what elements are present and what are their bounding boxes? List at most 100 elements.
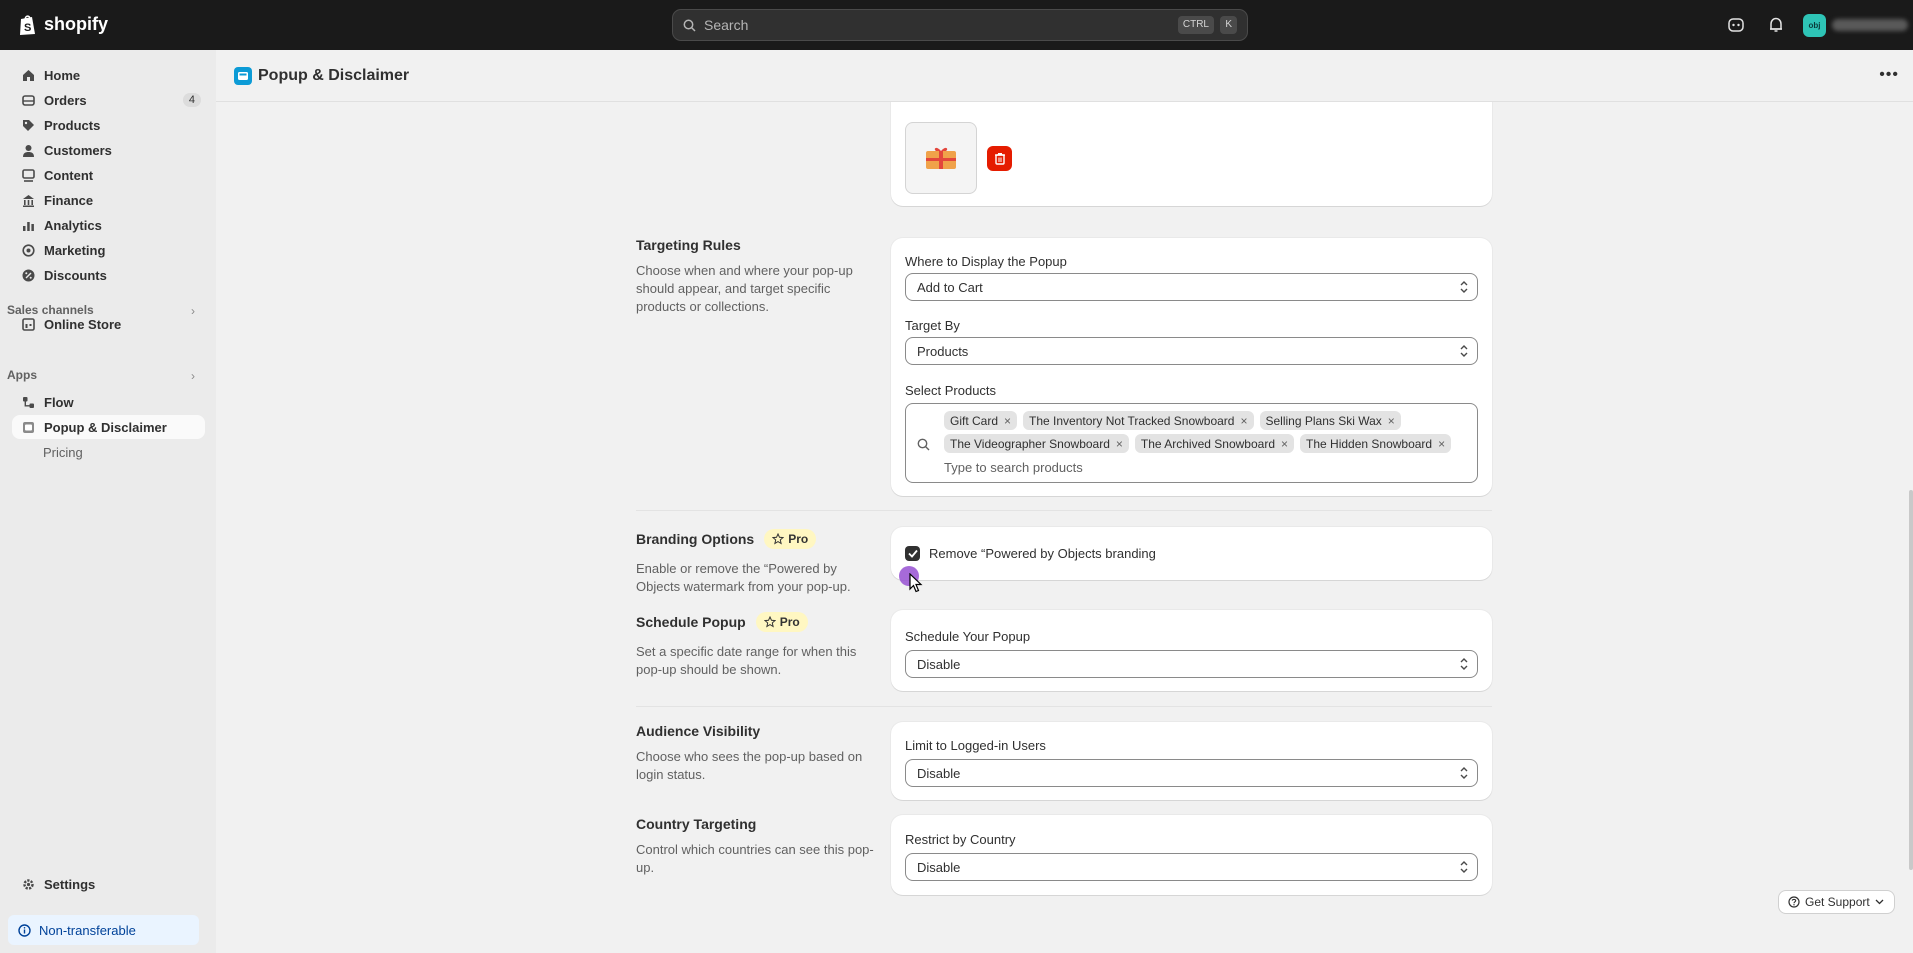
- remove-branding-checkbox[interactable]: [905, 546, 920, 561]
- section-divider: [636, 706, 1492, 707]
- non-transferable-banner[interactable]: Non-transferable: [8, 915, 199, 945]
- store-avatar[interactable]: obj: [1803, 14, 1826, 37]
- select-value: Add to Cart: [917, 279, 983, 295]
- shopify-logo[interactable]: S shopify: [18, 13, 108, 36]
- tag-icon: [21, 118, 35, 132]
- target-by-select[interactable]: Products: [905, 337, 1478, 365]
- global-search[interactable]: Search CTRL K: [672, 9, 1248, 41]
- flow-icon: [21, 395, 35, 409]
- shopify-bag-icon: S: [20, 15, 35, 35]
- pro-badge: Pro: [764, 529, 817, 549]
- section-title-text: Schedule Popup: [636, 614, 746, 630]
- bell-icon[interactable]: [1766, 15, 1786, 35]
- logged-in-users-select[interactable]: Disable: [905, 759, 1478, 787]
- chevron-down-icon: [1875, 899, 1884, 905]
- sidebar-item-label: Marketing: [44, 242, 106, 258]
- sidebar-item-pricing[interactable]: Pricing: [43, 445, 83, 460]
- remove-tag-icon[interactable]: ×: [1004, 414, 1011, 428]
- search-icon: [683, 19, 696, 32]
- remove-tag-icon[interactable]: ×: [1438, 437, 1445, 451]
- remove-branding-label[interactable]: Remove “Powered by Objects branding: [929, 546, 1156, 561]
- product-tags-row: The Videographer Snowboard × The Archived …: [944, 434, 1452, 453]
- targeting-rules-title: Targeting Rules: [636, 237, 741, 253]
- sidebar-item-label: Analytics: [44, 217, 102, 233]
- more-actions-icon[interactable]: •••: [1879, 66, 1899, 84]
- sidebar-item-customers[interactable]: Customers: [12, 138, 205, 162]
- sidebar-item-settings[interactable]: Settings: [12, 872, 205, 896]
- orders-icon: [21, 93, 35, 107]
- apps-heading[interactable]: Apps: [7, 368, 37, 382]
- sidebar-item-label: Finance: [44, 192, 94, 208]
- scrollbar[interactable]: [1909, 490, 1913, 870]
- targeting-rules-card: Where to Display the Popup Add to Cart T…: [891, 238, 1492, 496]
- sidebar-item-label: Discounts: [44, 267, 107, 283]
- sidekick-icon[interactable]: [1726, 15, 1746, 35]
- restrict-country-label: Restrict by Country: [905, 832, 1016, 847]
- get-support-button[interactable]: Get Support: [1778, 890, 1895, 914]
- schedule-select[interactable]: Disable: [905, 650, 1478, 678]
- sidebar-item-label: Home: [44, 67, 81, 83]
- restrict-country-select[interactable]: Disable: [905, 853, 1478, 881]
- audience-visibility-card: Limit to Logged-in Users Disable: [891, 722, 1492, 800]
- select-arrows-icon: [1460, 345, 1468, 357]
- select-arrows-icon: [1460, 861, 1468, 873]
- remove-tag-icon[interactable]: ×: [1116, 437, 1123, 451]
- sidebar-item-finance[interactable]: Finance: [12, 188, 205, 212]
- section-title-text: Targeting Rules: [636, 237, 741, 253]
- home-icon: [21, 68, 35, 82]
- section-title-text: Branding Options: [636, 531, 755, 547]
- top-bar: S shopify Search CTRL K obj: [0, 0, 1913, 50]
- schedule-popup-title: Schedule Popup Pro: [636, 612, 808, 632]
- target-icon: [21, 243, 35, 257]
- remove-tag-icon[interactable]: ×: [1281, 437, 1288, 451]
- product-tag: Gift Card ×: [944, 411, 1018, 430]
- sidebar-item-flow[interactable]: Flow: [12, 390, 205, 414]
- sidebar-item-analytics[interactable]: Analytics: [12, 213, 205, 237]
- remove-tag-icon[interactable]: ×: [1240, 414, 1247, 428]
- where-display-select[interactable]: Add to Cart: [905, 273, 1478, 301]
- where-display-label: Where to Display the Popup: [905, 254, 1067, 269]
- sidebar-item-content[interactable]: Content: [12, 163, 205, 187]
- product-tag-label: The Videographer Snowboard: [950, 436, 1110, 451]
- search-icon: [917, 438, 930, 451]
- remove-tag-icon[interactable]: ×: [1388, 414, 1395, 428]
- sidebar-item-marketing[interactable]: Marketing: [12, 238, 205, 262]
- page-title: Popup & Disclaimer: [258, 66, 410, 84]
- select-arrows-icon: [1460, 767, 1468, 779]
- gear-icon: [21, 877, 35, 891]
- info-icon: [18, 923, 31, 937]
- product-tag: The Inventory Not Tracked Snowboard ×: [1023, 411, 1254, 430]
- delete-image-button[interactable]: [987, 146, 1012, 171]
- pro-badge-label: Pro: [788, 532, 809, 546]
- content-icon: [21, 168, 35, 182]
- main-content: Popup & Disclaimer ••• Targeting Rules C…: [216, 50, 1913, 953]
- sidebar-item-online-store[interactable]: Online Store: [12, 312, 205, 336]
- image-card: [891, 90, 1492, 206]
- sidebar-item-orders[interactable]: Orders 4: [12, 88, 205, 112]
- product-picker[interactable]: Gift Card × The Inventory Not Tracked Snow…: [905, 403, 1478, 483]
- sidebar-item-products[interactable]: Products: [12, 113, 205, 137]
- get-support-label: Get Support: [1805, 895, 1870, 909]
- shortcut-ctrl: CTRL: [1177, 16, 1214, 34]
- pro-badge-label: Pro: [779, 615, 800, 629]
- product-tag-label: The Inventory Not Tracked Snowboard: [1029, 413, 1235, 428]
- product-tag: Selling Plans Ski Wax ×: [1259, 411, 1401, 430]
- sidebar-item-discounts[interactable]: Discounts: [12, 263, 205, 287]
- logged-in-users-label: Limit to Logged-in Users: [905, 738, 1046, 753]
- country-targeting-card: Restrict by Country Disable: [891, 815, 1492, 895]
- sidebar: Home Orders 4 Products Customers Content…: [0, 50, 216, 953]
- product-search-input[interactable]: Type to search products: [944, 460, 1083, 475]
- chevron-right-icon[interactable]: ›: [191, 369, 195, 383]
- select-value: Disable: [917, 656, 961, 672]
- svg-text:S: S: [24, 22, 31, 34]
- select-arrows-icon: [1460, 281, 1468, 293]
- mouse-cursor-icon: [909, 573, 923, 593]
- product-tag: The Hidden Snowboard ×: [1300, 434, 1452, 453]
- sidebar-item-home[interactable]: Home: [12, 63, 205, 87]
- bank-icon: [21, 193, 35, 207]
- store-name-blurred[interactable]: [1832, 19, 1908, 31]
- sidebar-item-popup-disclaimer[interactable]: Popup & Disclaimer: [12, 415, 205, 439]
- sidebar-item-label: Content: [44, 167, 94, 183]
- popup-image-thumbnail[interactable]: [905, 122, 977, 194]
- checkmark-icon: [907, 549, 918, 558]
